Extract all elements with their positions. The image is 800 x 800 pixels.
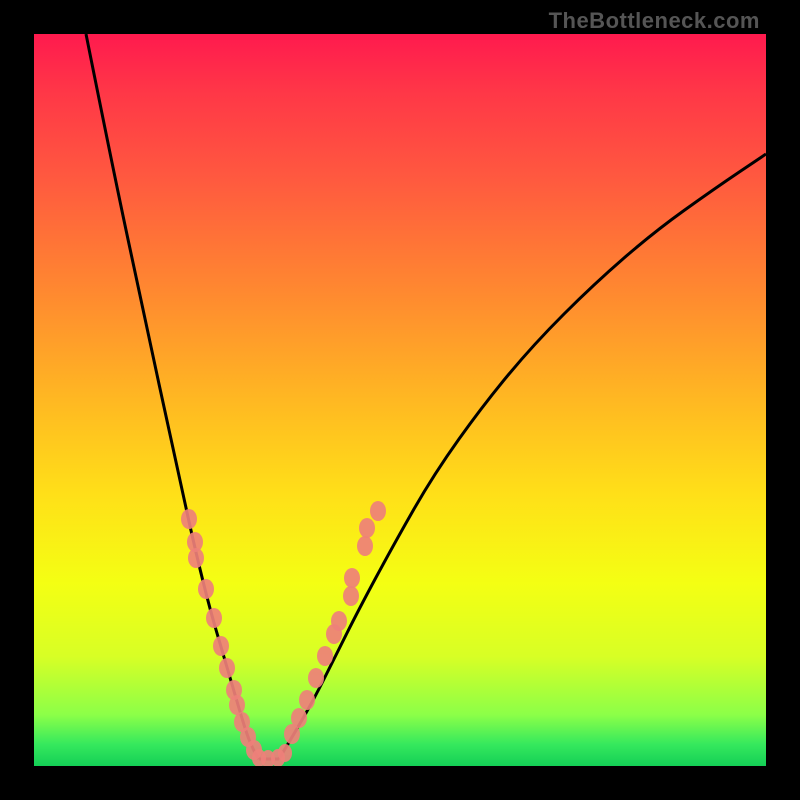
outer-frame: TheBottleneck.com [0,0,800,800]
data-point [331,611,347,631]
data-point [291,708,307,728]
plot-area [34,34,766,766]
data-point [359,518,375,538]
data-point [343,586,359,606]
data-point [198,579,214,599]
data-point [278,744,292,762]
left-curve-path [86,34,259,759]
data-point [308,668,324,688]
data-point [181,509,197,529]
data-point [317,646,333,666]
data-point [344,568,360,588]
data-point [357,536,373,556]
data-point [213,636,229,656]
right-curve-path [279,154,766,759]
data-point [219,658,235,678]
data-point [206,608,222,628]
data-point [188,548,204,568]
data-point [370,501,386,521]
watermark-text: TheBottleneck.com [549,8,760,34]
bottleneck-curve [34,34,766,766]
data-point [299,690,315,710]
